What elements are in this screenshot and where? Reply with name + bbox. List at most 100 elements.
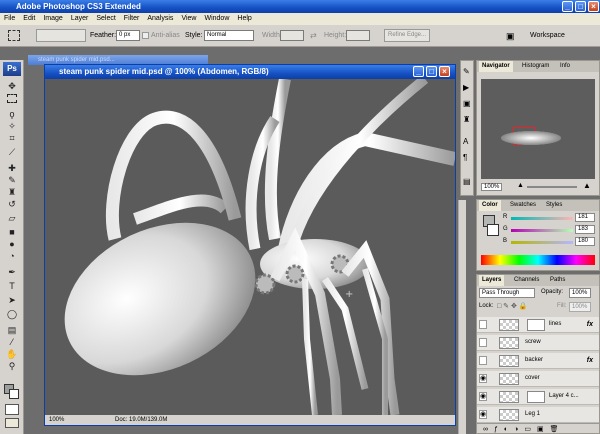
dodge-tool-icon[interactable]: ◔: [5, 250, 19, 262]
eyedropper-icon[interactable]: ⁄: [5, 336, 19, 348]
history-brush-icon[interactable]: ↺: [5, 198, 19, 210]
healing-brush-icon[interactable]: ✚: [5, 162, 19, 174]
workspace-button[interactable]: Workspace: [530, 32, 565, 39]
navigator-preview[interactable]: [481, 79, 595, 179]
fx-icon[interactable]: fx: [587, 357, 593, 364]
slice-tool-icon[interactable]: ⟋: [5, 146, 19, 158]
visibility-toggle[interactable]: [479, 356, 487, 365]
menu-filter[interactable]: Filter: [124, 13, 140, 25]
type-tool-icon[interactable]: T: [5, 280, 19, 292]
g-value[interactable]: 183: [575, 225, 595, 234]
tab-color[interactable]: Color: [479, 200, 501, 211]
height-input[interactable]: [346, 30, 370, 41]
doc-maximize-button[interactable]: □: [426, 66, 437, 77]
brush-panel-icon[interactable]: ✎: [463, 67, 470, 76]
tab-styles[interactable]: Styles: [543, 200, 565, 211]
gradient-tool-icon[interactable]: ■: [5, 226, 19, 238]
brush-tool-icon[interactable]: ✎: [5, 174, 19, 186]
fx-icon[interactable]: fx: [587, 321, 593, 328]
eye-icon[interactable]: ◉: [479, 392, 487, 401]
color-ramp[interactable]: [481, 255, 595, 265]
blur-tool-icon[interactable]: ●: [5, 238, 19, 250]
layer-row[interactable]: ◉ Leg 1: [477, 407, 599, 423]
tab-channels[interactable]: Channels: [511, 275, 542, 286]
tab-paths[interactable]: Paths: [547, 275, 568, 286]
crop-tool-icon[interactable]: ⌗: [5, 132, 19, 144]
navigator-zoom-field[interactable]: 100%: [481, 183, 503, 191]
background-color-swatch[interactable]: [9, 389, 19, 399]
vertical-scrollbar[interactable]: [458, 200, 466, 434]
menu-help[interactable]: Help: [237, 13, 251, 25]
width-input[interactable]: [280, 30, 304, 41]
move-tool-icon[interactable]: ✥: [5, 80, 19, 92]
eye-icon[interactable]: ◉: [479, 410, 487, 419]
menu-image[interactable]: Image: [43, 13, 62, 25]
menu-file[interactable]: File: [4, 13, 15, 25]
layer-row[interactable]: ◉ Layer 4 c...: [477, 389, 599, 405]
paragraph-panel-icon[interactable]: ¶: [463, 153, 467, 162]
style-select[interactable]: Normal: [204, 30, 254, 41]
minimize-button[interactable]: _: [562, 1, 573, 12]
doc-close-button[interactable]: ×: [439, 66, 450, 77]
maximize-button[interactable]: □: [575, 1, 586, 12]
menu-layer[interactable]: Layer: [71, 13, 89, 25]
zoom-out-icon[interactable]: ▲: [517, 182, 524, 189]
tab-navigator[interactable]: Navigator: [479, 61, 513, 72]
tab-layers[interactable]: Layers: [479, 275, 505, 286]
menu-window[interactable]: Window: [204, 13, 229, 25]
feather-input[interactable]: 0 px: [116, 30, 140, 41]
marquee-tool-icon[interactable]: [7, 94, 17, 103]
tab-swatches[interactable]: Swatches: [507, 200, 539, 211]
r-value[interactable]: 181: [575, 213, 595, 222]
layer-row[interactable]: lines fx: [477, 317, 599, 333]
eraser-tool-icon[interactable]: ▱: [5, 212, 19, 224]
clone-source-icon[interactable]: ♜: [463, 115, 470, 124]
menu-select[interactable]: Select: [96, 13, 115, 25]
zoom-in-icon[interactable]: ▲: [583, 181, 591, 190]
layers-footer-icons[interactable]: ∞ƒ◐◑▭▣🗑: [477, 423, 599, 433]
opacity-input[interactable]: 100%: [569, 288, 591, 298]
close-button[interactable]: ×: [588, 1, 599, 12]
actions-panel-icon[interactable]: ▤: [463, 177, 471, 186]
g-slider[interactable]: [511, 229, 573, 232]
navigator-zoom-slider[interactable]: [527, 186, 577, 188]
doc-minimize-button[interactable]: _: [413, 66, 424, 77]
menu-view[interactable]: View: [181, 13, 196, 25]
visibility-toggle[interactable]: [479, 320, 487, 329]
fill-input[interactable]: 100%: [569, 302, 591, 312]
pen-tool-icon[interactable]: ✒: [5, 266, 19, 278]
character-panel-icon[interactable]: A: [463, 137, 468, 146]
layer-mask-thumbnail[interactable]: [527, 319, 545, 331]
antialias-checkbox[interactable]: [142, 32, 149, 39]
notes-tool-icon[interactable]: ▤: [5, 324, 19, 336]
screen-mode-icon[interactable]: [5, 418, 19, 428]
document-canvas[interactable]: +: [45, 79, 455, 415]
stamp-tool-icon[interactable]: ♜: [5, 186, 19, 198]
zoom-tool-icon[interactable]: ⚲: [5, 360, 19, 372]
hand-tool-icon[interactable]: ✋: [5, 348, 19, 360]
zoom-readout[interactable]: 100%: [49, 415, 64, 425]
shape-tool-icon[interactable]: ◯: [5, 308, 19, 320]
color-bg-swatch[interactable]: [487, 224, 499, 236]
tab-info[interactable]: Info: [557, 61, 573, 72]
r-slider[interactable]: [511, 217, 573, 220]
marquee-tool-icon[interactable]: [8, 30, 20, 41]
path-select-icon[interactable]: ➤: [5, 294, 19, 306]
layer-row[interactable]: screw: [477, 335, 599, 351]
quick-mask-icon[interactable]: [5, 404, 19, 415]
menu-edit[interactable]: Edit: [23, 13, 35, 25]
magic-wand-icon[interactable]: ✧: [5, 120, 19, 132]
swap-icon[interactable]: ⇄: [310, 31, 317, 40]
menu-analysis[interactable]: Analysis: [147, 13, 173, 25]
tool-presets-icon[interactable]: ▶: [463, 83, 469, 92]
doc-size-readout[interactable]: Doc: 19.0M/139.0M: [115, 415, 167, 425]
selection-mode-icons[interactable]: [36, 29, 86, 42]
layer-row[interactable]: backer fx: [477, 353, 599, 369]
layer-comps-icon[interactable]: ▣: [463, 99, 471, 108]
layer-mask-thumbnail[interactable]: [527, 391, 545, 403]
blend-mode-select[interactable]: Pass Through: [479, 288, 535, 298]
eye-icon[interactable]: ◉: [479, 374, 487, 383]
refine-edge-button[interactable]: Refine Edge...: [384, 29, 431, 42]
b-value[interactable]: 180: [575, 237, 595, 246]
tab-histogram[interactable]: Histogram: [519, 61, 552, 72]
